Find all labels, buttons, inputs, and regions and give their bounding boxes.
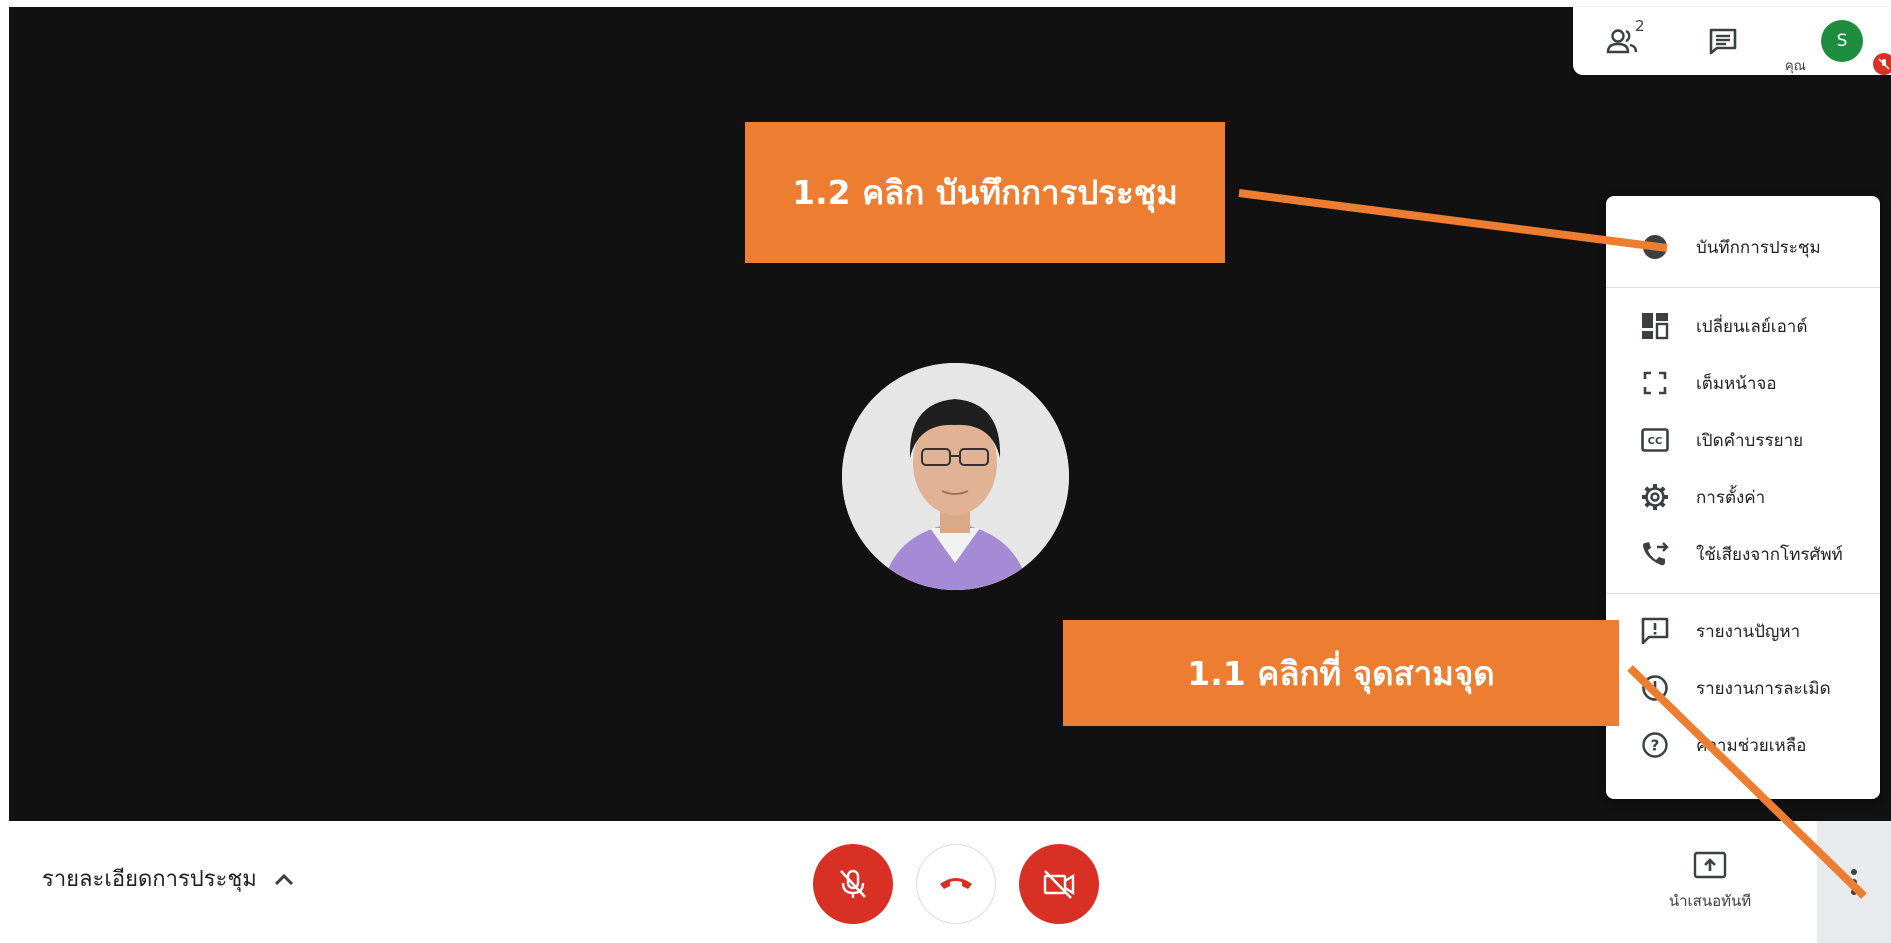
- more-vert-icon: [1851, 869, 1857, 895]
- present-now-button[interactable]: นำเสนอทันที: [1660, 851, 1760, 921]
- fullscreen-icon: [1640, 368, 1670, 398]
- captions-icon: CC: [1640, 425, 1670, 455]
- mic-off-icon: [1878, 58, 1890, 70]
- top-right-panel: 2 คุณ S: [1573, 7, 1891, 75]
- bottom-control-bar: รายละเอียดการประชุม นำเสนอทันที: [0, 821, 1891, 943]
- menu-item-label: ใช้เสียงจากโทรศัพท์: [1696, 544, 1843, 565]
- mic-off-icon: [840, 869, 866, 898]
- chat-button[interactable]: [1703, 21, 1743, 61]
- layout-icon: [1640, 311, 1670, 341]
- hang-up-button[interactable]: [916, 844, 996, 924]
- menu-divider: [1606, 593, 1880, 594]
- more-options-button[interactable]: [1817, 821, 1891, 943]
- self-label: คุณ: [1785, 59, 1806, 74]
- menu-item-label: รายงานปัญหา: [1696, 621, 1801, 642]
- callout-text: 1.2 คลิก บันทึกการประชุม: [792, 173, 1178, 212]
- menu-item-label: เปลี่ยนเลย์เอาต์: [1696, 316, 1808, 337]
- muted-badge: [1873, 53, 1891, 75]
- avatar[interactable]: S: [1821, 20, 1863, 62]
- menu-item-record[interactable]: บันทึกการประชุม: [1606, 219, 1880, 275]
- menu-item-label: เปิดคำบรรยาย: [1696, 430, 1804, 451]
- feedback-icon: [1640, 616, 1670, 646]
- menu-item-fullscreen[interactable]: เต็มหน้าจอ: [1606, 355, 1880, 411]
- menu-item-label: ความช่วยเหลือ: [1696, 735, 1807, 756]
- menu-item-label: รายงานการละเมิด: [1696, 678, 1831, 699]
- participant-photo: [842, 363, 1069, 590]
- mic-toggle-button[interactable]: [813, 844, 893, 924]
- callout-step-1-1: 1.1 คลิกที่ จุดสามจุด: [1063, 620, 1619, 726]
- camera-toggle-button[interactable]: [1019, 844, 1099, 924]
- hang-up-icon: [940, 878, 972, 889]
- menu-item-report-problem[interactable]: รายงานปัญหา: [1606, 603, 1880, 659]
- more-options-menu: บันทึกการประชุม เปลี่ยนเลย์เอาต์ เต็มหน้…: [1606, 196, 1880, 799]
- chevron-up-icon: [274, 873, 293, 885]
- menu-item-label: บันทึกการประชุม: [1696, 237, 1821, 258]
- report-abuse-icon: [1640, 673, 1670, 703]
- present-screen-icon: [1693, 851, 1727, 879]
- help-icon: ?: [1640, 730, 1670, 760]
- meeting-details-label: รายละเอียดการประชุม: [42, 867, 257, 892]
- meeting-details-button[interactable]: รายละเอียดการประชุม: [42, 861, 295, 896]
- callout-step-1-2: 1.2 คลิก บันทึกการประชุม: [745, 122, 1225, 263]
- svg-text:CC: CC: [1648, 436, 1663, 447]
- menu-item-report-abuse[interactable]: รายงานการละเมิด: [1606, 660, 1880, 716]
- menu-divider: [1606, 287, 1880, 288]
- gear-icon: [1640, 482, 1670, 512]
- menu-item-settings[interactable]: การตั้งค่า: [1606, 469, 1880, 525]
- menu-item-phone-audio[interactable]: ใช้เสียงจากโทรศัพท์: [1606, 526, 1880, 582]
- menu-item-label: เต็มหน้าจอ: [1696, 373, 1777, 394]
- participant-count: 2: [1635, 17, 1645, 35]
- menu-item-help[interactable]: ? ความช่วยเหลือ: [1606, 717, 1880, 773]
- record-icon: [1640, 232, 1670, 262]
- participants-button[interactable]: 2: [1603, 17, 1645, 61]
- camera-off-icon: [1043, 870, 1075, 899]
- menu-item-layout[interactable]: เปลี่ยนเลย์เอาต์: [1606, 298, 1880, 354]
- phone-forward-icon: [1640, 539, 1670, 569]
- present-now-label: นำเสนอทันที: [1668, 892, 1752, 910]
- menu-item-label: การตั้งค่า: [1696, 487, 1766, 508]
- menu-item-captions[interactable]: CC เปิดคำบรรยาย: [1606, 412, 1880, 468]
- svg-text:?: ?: [1651, 737, 1660, 755]
- chat-icon: [1709, 28, 1737, 55]
- callout-text: 1.1 คลิกที่ จุดสามจุด: [1187, 653, 1495, 693]
